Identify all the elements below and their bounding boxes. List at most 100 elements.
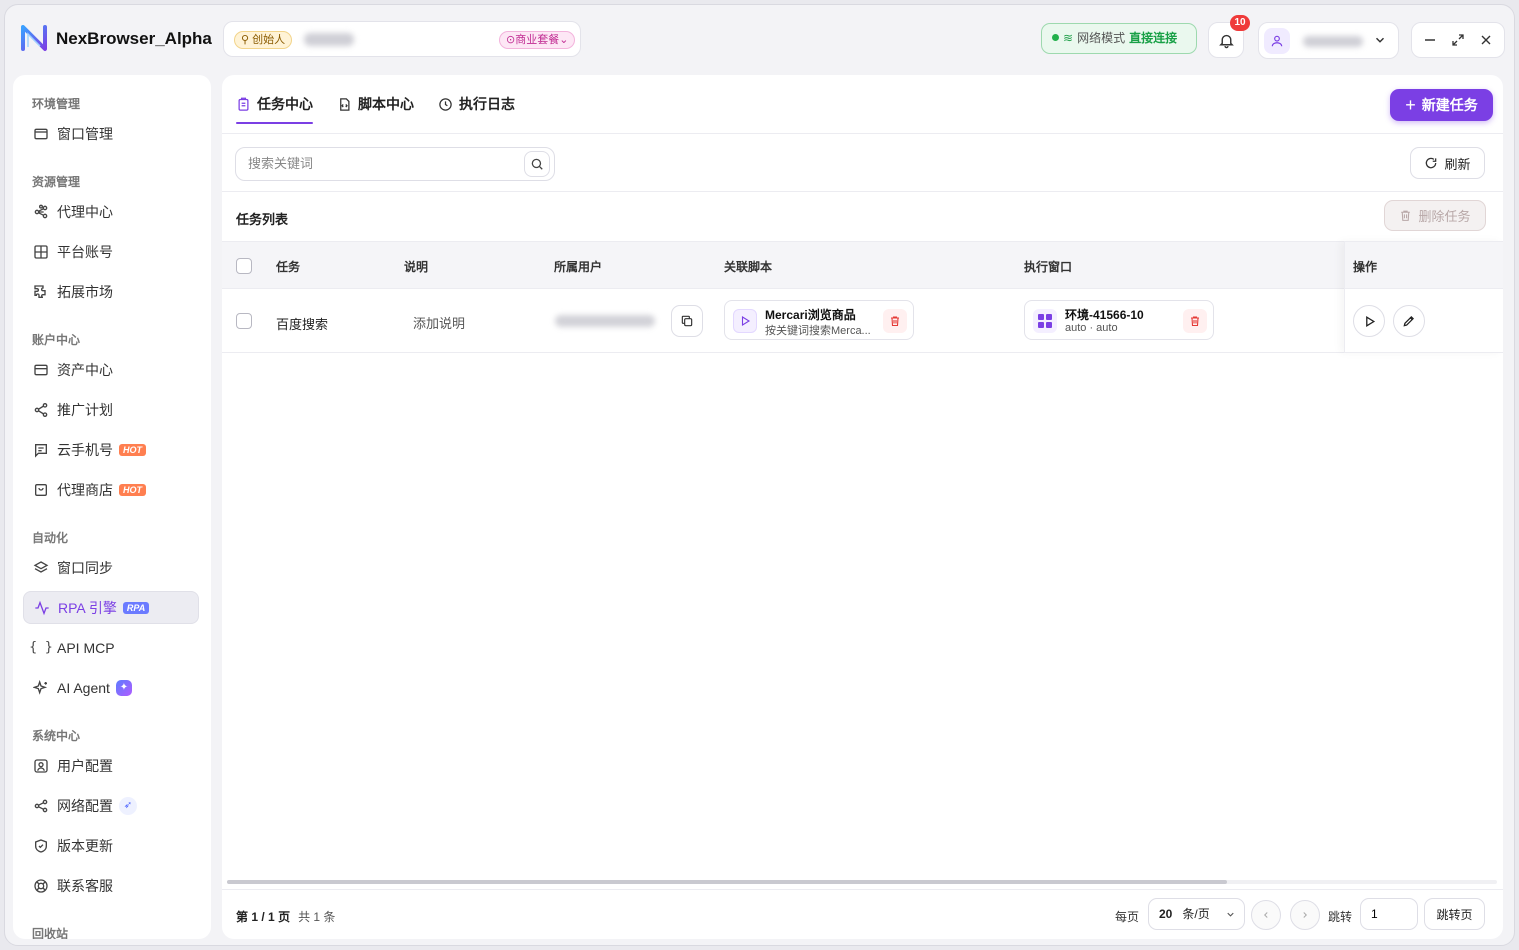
- ai-badge-icon: ✦: [115, 679, 132, 696]
- lifebuoy-icon: [33, 878, 49, 894]
- window-subtitle: auto · auto: [1065, 322, 1118, 334]
- sidebar-item-rpa-engine[interactable]: RPA 引擎 RPA: [23, 591, 199, 624]
- exec-window-card[interactable]: 环境-41566-10 auto · auto: [1024, 300, 1214, 340]
- linked-script-card[interactable]: Mercari浏览商品 按关键词搜索Merca...: [724, 300, 914, 340]
- username-blurred: [304, 33, 354, 46]
- layers-icon: [33, 560, 49, 576]
- window-controls: [1411, 22, 1505, 58]
- status-dot-icon: [1052, 34, 1059, 41]
- sidebar-item-proxy-center[interactable]: 代理中心: [23, 195, 199, 228]
- delete-task-button[interactable]: 删除任务: [1384, 200, 1486, 231]
- divider: [222, 191, 1503, 192]
- task-list-title: 任务列表: [236, 212, 289, 227]
- refresh-button[interactable]: 刷新: [1410, 147, 1485, 179]
- play-icon: [733, 309, 757, 333]
- sidebar-item-version-update[interactable]: 版本更新: [23, 829, 199, 862]
- app-window: NexBrowser_Alpha ⚲ 创始人 ⊙商业套餐⌄ ≋ 网络模式 直接连接 …: [4, 4, 1515, 946]
- account-menu[interactable]: [1258, 22, 1399, 59]
- sidebar-item-extension-market[interactable]: 拓展市场: [23, 275, 199, 308]
- sidebar-item-window-mgmt[interactable]: 窗口管理: [23, 117, 199, 150]
- sidebar-item-proxy-store[interactable]: 代理商店 HOT: [23, 473, 199, 506]
- hot-badge: HOT: [119, 483, 146, 496]
- table-header: 任务 说明 所属用户 关联脚本 执行窗口 操作: [222, 241, 1503, 289]
- sidebar-group-account: 账户中心: [32, 333, 81, 347]
- sidebar-item-platform-account[interactable]: 平台账号: [23, 235, 199, 268]
- search-input[interactable]: [248, 156, 508, 171]
- prev-page-button[interactable]: [1251, 900, 1281, 930]
- sidebar-item-asset-center[interactable]: 资产中心: [23, 353, 199, 386]
- col-script: 关联脚本: [724, 260, 773, 274]
- sidebar-group-system: 系统中心: [32, 729, 81, 743]
- app-title: NexBrowser_Alpha: [56, 29, 212, 48]
- network-nodes-icon: [33, 204, 49, 220]
- main-panel: 任务中心 脚本中心 执行日志 +新建任务 刷新 任务列表: [222, 75, 1503, 939]
- per-page-label: 每页: [1115, 910, 1140, 924]
- search-icon: [531, 158, 543, 170]
- maximize-icon[interactable]: [1447, 29, 1469, 51]
- jump-page-button[interactable]: 跳转页: [1424, 898, 1485, 930]
- notifications-button[interactable]: 10: [1208, 15, 1250, 58]
- col-owner: 所属用户: [554, 260, 603, 274]
- chevron-down-icon: [1375, 37, 1385, 43]
- bag-icon: [33, 482, 49, 498]
- pulse-icon: [34, 600, 50, 616]
- rocket-icon: ➶: [119, 796, 137, 815]
- page-size-select[interactable]: 20 条/页: [1148, 898, 1245, 930]
- remove-script-button[interactable]: [883, 309, 907, 333]
- wifi-icon: ≋: [1063, 31, 1074, 45]
- sidebar-item-window-sync[interactable]: 窗口同步: [23, 551, 199, 584]
- select-all-checkbox[interactable]: [236, 258, 252, 274]
- new-task-button[interactable]: + 新建任务: [1390, 89, 1493, 121]
- search-box: [235, 147, 555, 181]
- tab-task-center[interactable]: 任务中心: [236, 75, 313, 133]
- notification-count-badge: 10: [1230, 15, 1250, 31]
- sidebar-item-promotion-plan[interactable]: 推广计划: [23, 393, 199, 426]
- col-desc: 说明: [404, 260, 429, 274]
- tab-script-center[interactable]: 脚本中心: [337, 75, 414, 133]
- chevron-right-icon: [1303, 912, 1307, 918]
- network-nodes-icon: [33, 798, 49, 814]
- sidebar-item-api-mcp[interactable]: { } API MCP: [23, 631, 199, 664]
- minimize-icon[interactable]: [1419, 29, 1441, 51]
- chevron-left-icon: [1264, 912, 1268, 918]
- next-page-button[interactable]: [1290, 900, 1320, 930]
- clock-icon: [438, 97, 453, 112]
- rpa-badge: RPA: [122, 601, 150, 614]
- jump-page-input[interactable]: [1360, 898, 1418, 930]
- network-mode-pill[interactable]: ≋ 网络模式 直接连接: [1041, 23, 1197, 54]
- sidebar-group-env: 环境管理: [32, 97, 81, 111]
- sidebar-item-cloud-phone[interactable]: 云手机号 HOT: [23, 433, 199, 466]
- trash-icon: [1191, 316, 1199, 327]
- puzzle-icon: [33, 284, 49, 300]
- current-user-pill[interactable]: ⚲ 创始人 ⊙商业套餐⌄: [223, 21, 581, 57]
- divider: [222, 133, 1503, 134]
- sidebar: 环境管理 窗口管理 资源管理 代理中心 平台账号 拓展市场 账户中心 资产中心 …: [13, 75, 211, 939]
- trash-icon: [1399, 209, 1412, 222]
- row-checkbox[interactable]: [236, 313, 252, 329]
- code-file-icon: [337, 97, 352, 112]
- tab-exec-log[interactable]: 执行日志: [438, 75, 515, 133]
- app-logo-icon: [21, 25, 47, 51]
- sidebar-item-contact-support[interactable]: 联系客服: [23, 869, 199, 902]
- col-task: 任务: [276, 260, 301, 274]
- plan-badge[interactable]: ⊙商业套餐⌄: [499, 31, 576, 49]
- table-row: 百度搜索 添加说明 Mercari浏览商品 按关键词搜索Merca... 环境-…: [222, 289, 1503, 353]
- search-button[interactable]: [524, 151, 550, 177]
- horizontal-scrollbar[interactable]: [227, 880, 1227, 884]
- sidebar-item-network-config[interactable]: 网络配置 ➶: [23, 789, 199, 822]
- creator-badge: ⚲ 创始人: [234, 31, 293, 49]
- hot-badge: HOT: [119, 443, 146, 456]
- copy-icon: [681, 315, 693, 327]
- script-title: Mercari浏览商品: [765, 308, 856, 322]
- account-name-blurred: [1303, 36, 1363, 47]
- script-subtitle: 按关键词搜索Merca...: [765, 325, 871, 337]
- remove-window-button[interactable]: [1183, 309, 1207, 333]
- close-icon[interactable]: [1475, 29, 1497, 51]
- copy-button[interactable]: [671, 305, 703, 337]
- page-info: 第 1 / 1 页共 1 条: [236, 910, 336, 924]
- add-description-link[interactable]: 添加说明: [413, 313, 465, 332]
- sidebar-item-user-config[interactable]: 用户配置: [23, 749, 199, 782]
- sidebar-item-ai-agent[interactable]: AI Agent ✦: [23, 671, 199, 704]
- window-icon: [33, 126, 49, 142]
- pagination-bar: 第 1 / 1 页共 1 条 每页 20条/页 跳转 跳转页: [222, 889, 1503, 939]
